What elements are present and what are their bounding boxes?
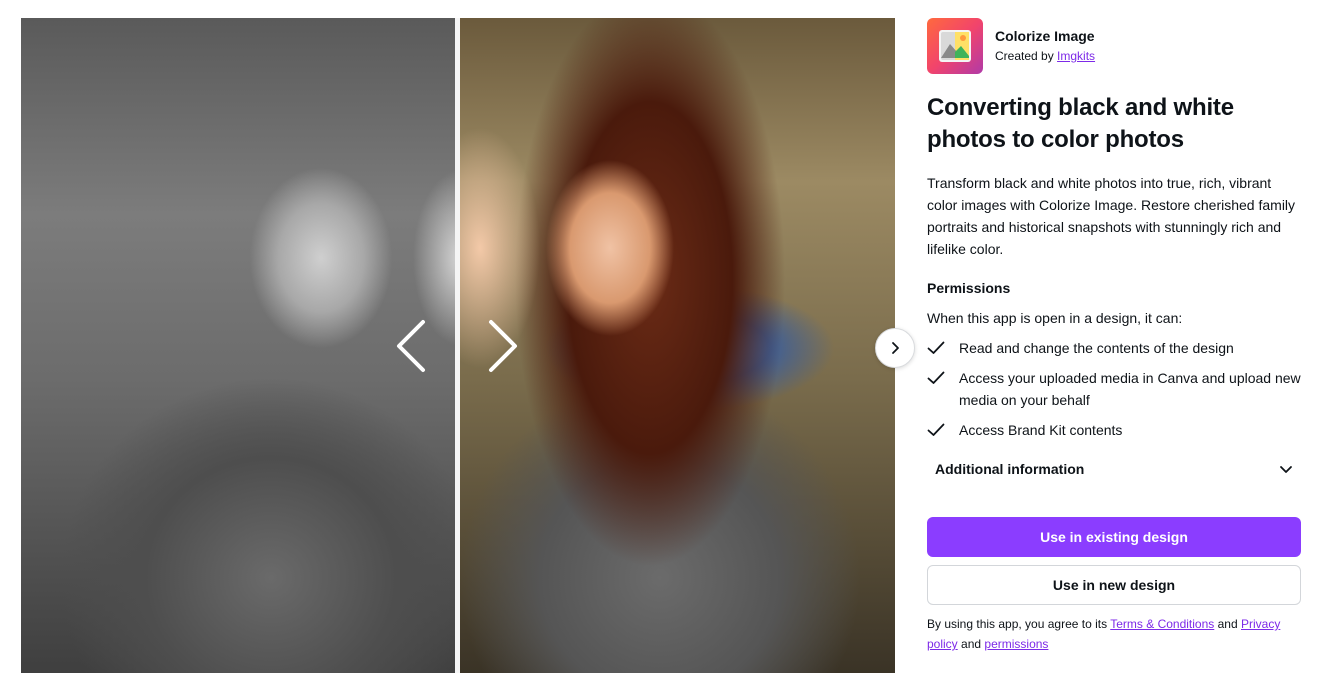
checkmark-icon xyxy=(927,419,951,441)
checkmark-icon xyxy=(927,367,951,389)
terms-notice: By using this app, you agree to its Term… xyxy=(927,617,1281,651)
app-details-panel: Colorize Image Created by Imgkits Conver… xyxy=(927,18,1301,654)
chevron-left-icon xyxy=(397,320,425,372)
chevron-right-icon xyxy=(489,320,517,372)
after-image-colorized xyxy=(460,18,895,673)
permission-item: Read and change the contents of the desi… xyxy=(927,337,1301,359)
app-creator: Created by Imgkits xyxy=(995,49,1096,63)
use-in-existing-design-button[interactable]: Use in existing design xyxy=(927,517,1301,557)
app-header: Colorize Image Created by Imgkits xyxy=(927,18,1301,74)
additional-information-toggle[interactable]: Additional information xyxy=(927,449,1301,489)
chevron-down-icon xyxy=(1280,466,1292,473)
chevron-right-icon xyxy=(892,342,899,354)
permission-text: Access Brand Kit contents xyxy=(959,422,1123,438)
additional-information-label: Additional information xyxy=(935,461,1085,477)
use-in-new-design-button[interactable]: Use in new design xyxy=(927,565,1301,605)
app-name: Colorize Image xyxy=(995,28,1095,44)
permissions-heading: Permissions xyxy=(927,280,1011,296)
permission-item: Access Brand Kit contents xyxy=(927,419,1301,441)
comparison-divider[interactable] xyxy=(455,18,460,673)
checkmark-icon xyxy=(927,337,951,359)
creator-link[interactable]: Imgkits xyxy=(1057,49,1095,63)
permission-text: Access your uploaded media in Canva and … xyxy=(959,370,1301,408)
permission-text: Read and change the contents of the desi… xyxy=(959,340,1234,356)
permission-item: Access your uploaded media in Canva and … xyxy=(927,367,1301,411)
carousel-next-button[interactable] xyxy=(875,328,915,368)
permissions-link[interactable]: permissions xyxy=(984,637,1048,651)
page-title: Converting black and white photos to col… xyxy=(927,94,1234,153)
before-image-grayscale xyxy=(21,18,455,673)
terms-link[interactable]: Terms & Conditions xyxy=(1110,617,1214,631)
app-logo xyxy=(927,18,983,74)
app-description: Transform black and white photos into tr… xyxy=(927,175,1296,257)
permissions-list: Read and change the contents of the desi… xyxy=(927,337,1301,441)
app-preview-image xyxy=(21,18,895,673)
permissions-intro: When this app is open in a design, it ca… xyxy=(927,310,1183,326)
